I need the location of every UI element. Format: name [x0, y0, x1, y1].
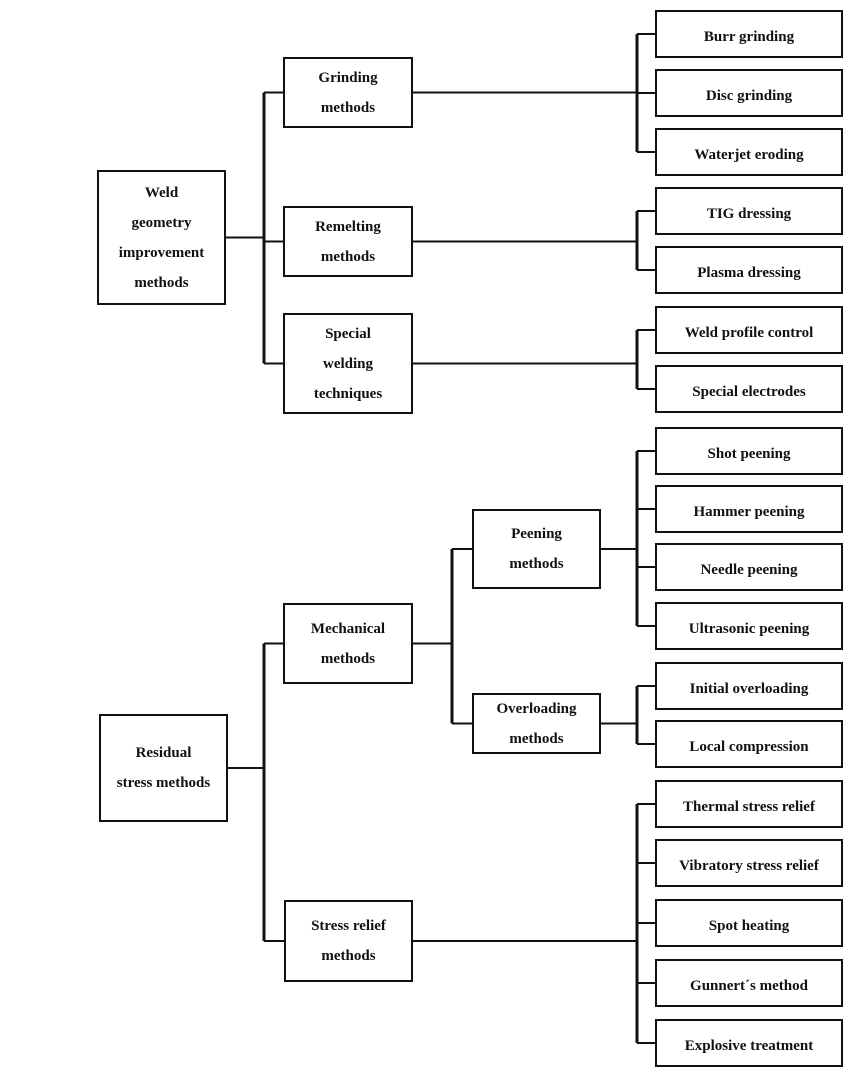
leaf-node-grinding-1: Disc grinding: [655, 69, 843, 117]
node-label-line: techniques: [313, 385, 383, 402]
node-remelting: Remelting methods: [283, 206, 413, 277]
leaf-node-stressrelief-1: Vibratory stress relief: [655, 839, 843, 887]
node-label-line: geometry: [131, 214, 192, 231]
leaf-node-stressrelief-2: Spot heating: [655, 899, 843, 947]
leaf-node-peening-3: Ultrasonic peening: [655, 602, 843, 650]
node-label-line: Peening: [511, 526, 562, 542]
node-label-line: Residual: [135, 745, 192, 761]
node-mechanical: Mechanical methods: [283, 603, 413, 684]
node-label-line: welding: [322, 355, 373, 372]
node-label: Burr grinding: [703, 29, 795, 45]
node-label-line: methods: [320, 650, 376, 667]
node-label: Spot heating: [708, 918, 790, 934]
node-label-line: Overloading: [496, 700, 577, 717]
node-label-line: methods: [320, 99, 376, 116]
leaf-node-peening-1: Hammer peening: [655, 485, 843, 533]
node-label-line: Mechanical: [310, 620, 386, 637]
node-label: Plasma dressing: [697, 265, 801, 281]
node-label: Hammer peening: [693, 504, 805, 520]
node-label: Weld profile control: [684, 325, 814, 341]
node-label: Needle peening: [700, 562, 798, 578]
node-label: Special electrodes: [692, 384, 806, 400]
node-label-line: stress methods: [116, 775, 211, 791]
leaf-node-special-0: Weld profile control: [655, 306, 843, 354]
leaf-node-stressrelief-3: Gunnert´s method: [655, 959, 843, 1007]
node-overloading: Overloading methods: [472, 693, 601, 754]
node-label-line: methods: [134, 274, 189, 291]
node-label: Ultrasonic peening: [688, 621, 810, 637]
leaf-node-stressrelief-4: Explosive treatment: [655, 1019, 843, 1067]
leaf-node-peening-2: Needle peening: [655, 543, 843, 591]
node-label-line: Remelting: [315, 218, 381, 235]
node-label: Thermal stress relief: [683, 799, 815, 815]
node-label-line: methods: [321, 948, 376, 964]
leaf-node-peening-0: Shot peening: [655, 427, 843, 475]
node-label-line: Grinding: [318, 69, 378, 86]
node-residual: Residual stress methods: [99, 714, 228, 822]
leaf-node-overloading-0: Initial overloading: [655, 662, 843, 710]
leaf-node-grinding-2: Waterjet eroding: [655, 128, 843, 176]
node-label: Local compression: [689, 739, 809, 755]
leaf-node-stressrelief-0: Thermal stress relief: [655, 780, 843, 828]
leaf-node-grinding-0: Burr grinding: [655, 10, 843, 58]
node-label-line: improvement: [118, 244, 205, 261]
leaf-node-remelting-0: TIG dressing: [655, 187, 843, 235]
node-stressrelief: Stress relief methods: [284, 900, 413, 982]
node-label-line: Weld: [144, 184, 179, 201]
node-weld: Weld geometry improvement methods: [97, 170, 226, 305]
node-label-line: Special: [325, 325, 371, 342]
node-label: TIG dressing: [706, 206, 792, 222]
node-label: Disc grinding: [705, 88, 793, 104]
node-label: Waterjet eroding: [694, 147, 804, 163]
node-label: Explosive treatment: [684, 1038, 814, 1054]
node-special: Special welding techniques: [283, 313, 413, 414]
node-label: Shot peening: [707, 446, 791, 462]
leaf-node-special-1: Special electrodes: [655, 365, 843, 413]
node-label-line: methods: [509, 556, 564, 572]
node-grinding: Grinding methods: [283, 57, 413, 128]
node-peening: Peening methods: [472, 509, 601, 589]
leaf-node-remelting-1: Plasma dressing: [655, 246, 843, 294]
leaf-node-overloading-1: Local compression: [655, 720, 843, 768]
node-label: Vibratory stress relief: [679, 858, 819, 874]
node-label: Gunnert´s method: [690, 978, 808, 994]
node-label-line: methods: [509, 730, 564, 747]
node-label-line: Stress relief: [311, 918, 386, 934]
node-label: Initial overloading: [689, 681, 809, 697]
node-label-line: methods: [320, 248, 376, 265]
